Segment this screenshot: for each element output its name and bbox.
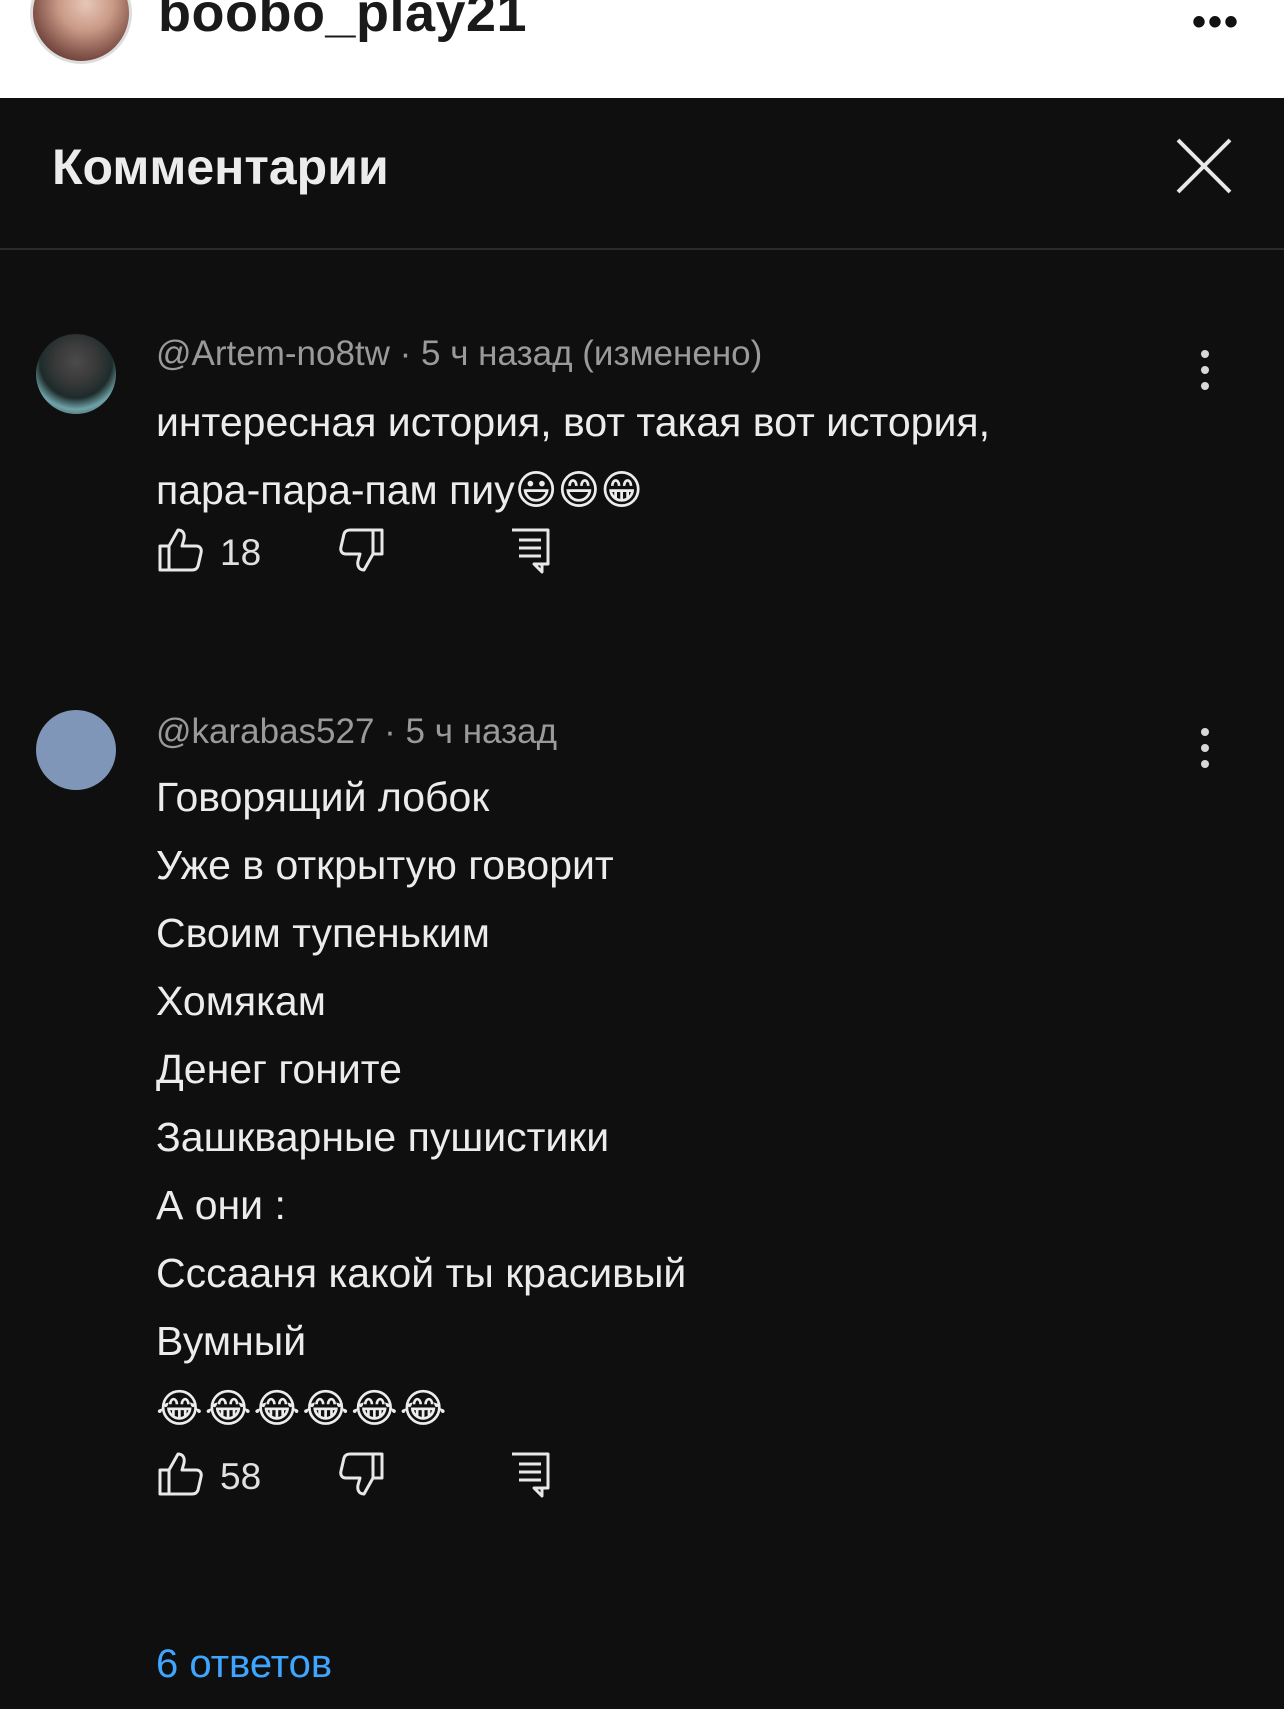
view-replies-link[interactable]: 6 ответов xyxy=(156,1642,332,1687)
comment-menu-icon[interactable] xyxy=(1192,350,1218,394)
comment-meta[interactable]: @Artem-no8tw · 5 ч назад (изменено) xyxy=(156,334,762,374)
comment-line: Вумный xyxy=(156,1318,307,1364)
like-count: 18 xyxy=(220,532,262,573)
comment-meta[interactable]: @karabas527 · 5 ч назад xyxy=(156,712,557,752)
comment-line: пара-пара-пам пиу😃😄😁 xyxy=(156,467,643,513)
comment-line: Своим тупеньким xyxy=(156,910,490,956)
reply-icon[interactable] xyxy=(506,526,554,574)
comment-line: Сссааня какой ты красивый xyxy=(156,1250,687,1296)
commenter-avatar[interactable] xyxy=(36,334,116,414)
comment-text: Говорящий лобок Уже в открытую говорит С… xyxy=(156,763,686,1443)
comment-line: интересная история, вот такая вот истори… xyxy=(156,399,990,445)
comment-line: Уже в открытую говорит xyxy=(156,842,614,888)
panel-title: Комментарии xyxy=(52,139,389,195)
comment-line: 😂😂😂😂😂😂 xyxy=(156,1387,449,1431)
like-count: 58 xyxy=(220,1456,262,1497)
comment-actions: 18 xyxy=(156,526,576,576)
reply-icon[interactable] xyxy=(506,1450,554,1498)
comment-text: интересная история, вот такая вот истори… xyxy=(156,388,990,524)
comment-line: Денег гоните xyxy=(156,1046,402,1092)
commenter-avatar[interactable] xyxy=(36,710,116,790)
comment-line: Хомякам xyxy=(156,978,326,1024)
dislike-icon[interactable] xyxy=(338,526,386,574)
divider xyxy=(0,248,1284,250)
more-options-icon[interactable]: ••• xyxy=(1192,0,1240,45)
like-icon[interactable] xyxy=(156,1450,204,1498)
user-avatar[interactable] xyxy=(30,0,132,64)
post-header: boobo_play21 ••• xyxy=(0,0,1284,98)
comment-line: Зашкварные пушистики xyxy=(156,1114,610,1160)
like-icon[interactable] xyxy=(156,526,204,574)
close-icon[interactable] xyxy=(1172,134,1236,198)
comment-menu-icon[interactable] xyxy=(1192,728,1218,772)
comment-actions: 58 xyxy=(156,1450,576,1500)
comment-line: А они : xyxy=(156,1182,286,1228)
dislike-icon[interactable] xyxy=(338,1450,386,1498)
comments-panel: Комментарии @Artem-no8tw · 5 ч назад (из… xyxy=(0,98,1284,1709)
username[interactable]: boobo_play21 xyxy=(158,0,527,44)
comment-line: Говорящий лобок xyxy=(156,774,490,820)
